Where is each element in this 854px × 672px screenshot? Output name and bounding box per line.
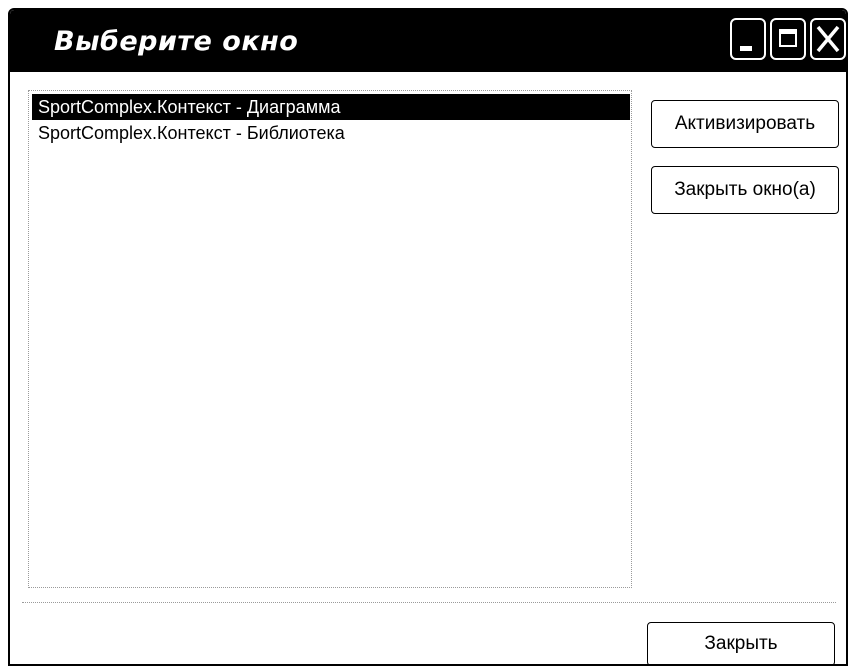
close-icon xyxy=(816,25,840,53)
select-window-dialog: Выберите окно SportComplex.Контекст - Ди… xyxy=(8,8,848,666)
activate-button[interactable]: Активизировать xyxy=(651,100,839,148)
windows-listbox[interactable]: SportComplex.Контекст - Диаграмма SportC… xyxy=(28,90,632,588)
list-item[interactable]: SportComplex.Контекст - Библиотека xyxy=(32,120,345,146)
close-windows-button[interactable]: Закрыть окно(а) xyxy=(651,166,839,214)
minimize-icon xyxy=(740,46,752,51)
maximize-button[interactable] xyxy=(770,18,806,60)
dialog-title: Выберите окно xyxy=(54,26,299,57)
separator xyxy=(22,602,836,603)
list-item-label: SportComplex.Контекст - Библиотека xyxy=(38,123,345,143)
minimize-button[interactable] xyxy=(730,18,766,60)
list-item-label: SportComplex.Контекст - Диаграмма xyxy=(38,97,341,117)
maximize-icon xyxy=(779,29,797,47)
close-window-button[interactable] xyxy=(810,18,846,60)
close-button[interactable]: Закрыть xyxy=(647,622,835,664)
title-bar[interactable]: Выберите окно xyxy=(10,10,846,72)
list-item[interactable]: SportComplex.Контекст - Диаграмма xyxy=(32,94,630,120)
